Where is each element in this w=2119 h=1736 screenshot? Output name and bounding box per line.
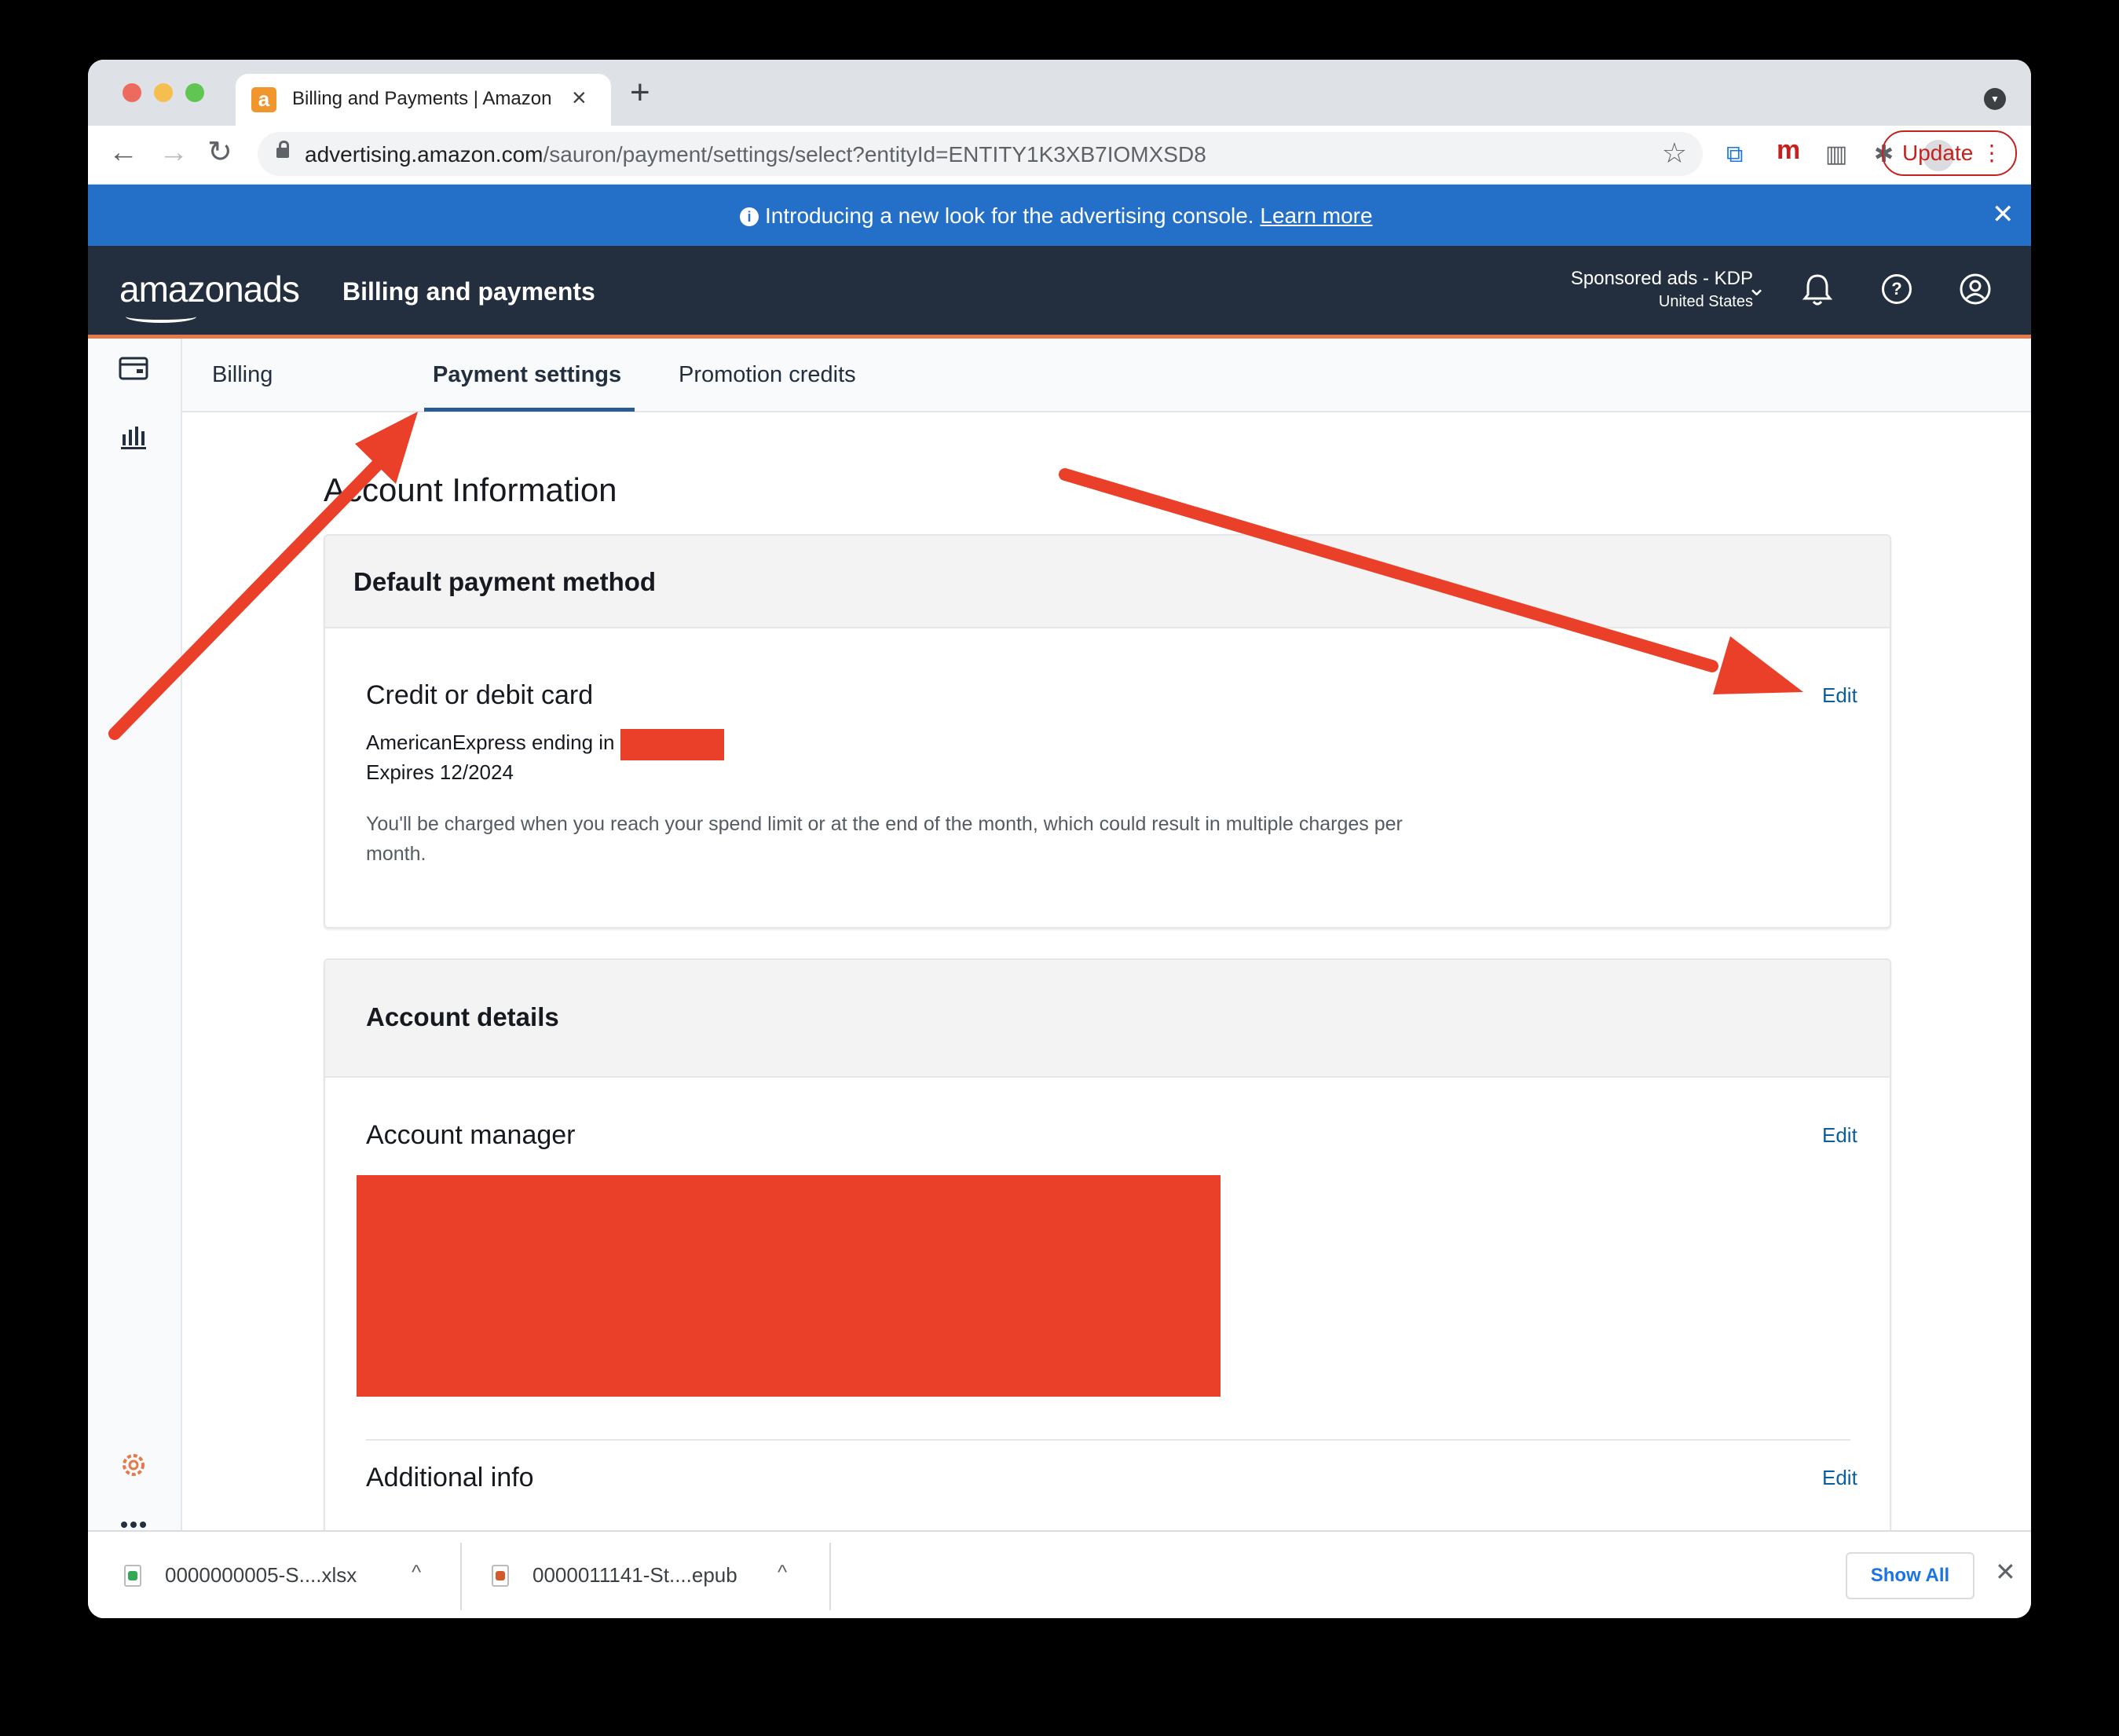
account-manager-title: Account manager bbox=[366, 1120, 576, 1150]
announcement-banner: i Introducing a new look for the advertis… bbox=[88, 185, 2031, 246]
download-item[interactable]: 0000011141-St....epub ^ bbox=[462, 1532, 829, 1618]
left-sidebar bbox=[88, 339, 182, 1595]
card-header-title: Default payment method bbox=[353, 567, 657, 596]
account-details-card: Account details Account manager Edit Add… bbox=[324, 958, 1891, 1555]
maximize-window-button[interactable] bbox=[185, 83, 204, 102]
tab-payment-settings[interactable]: Payment settings bbox=[433, 362, 621, 388]
divider bbox=[829, 1543, 831, 1610]
help-icon[interactable]: ? bbox=[1882, 274, 1912, 304]
banner-text: Introducing a new look for the advertisi… bbox=[765, 203, 1254, 228]
url-text: advertising.amazon.com/sauron/payment/se… bbox=[305, 142, 1206, 167]
edit-additional-info-link[interactable]: Edit bbox=[1822, 1466, 1857, 1490]
url-path: /sauron/payment/settings/select?entityId… bbox=[543, 142, 1206, 167]
divider bbox=[366, 1439, 1850, 1441]
reload-icon[interactable]: ↻ bbox=[207, 135, 232, 170]
url-host: advertising.amazon.com bbox=[305, 142, 543, 167]
banner-close-icon[interactable]: ✕ bbox=[1992, 199, 2015, 230]
learn-more-link[interactable]: Learn more bbox=[1260, 203, 1372, 228]
amazon-smile-icon bbox=[126, 310, 196, 323]
app-header: amazonads Billing and payments Sponsored… bbox=[88, 246, 2031, 339]
chevron-down-icon[interactable]: ⌄ bbox=[1747, 274, 1766, 302]
card-number-line: AmericanExpress ending in bbox=[366, 731, 615, 754]
additional-info-title: Additional info bbox=[366, 1463, 534, 1492]
redaction-box bbox=[357, 1175, 1221, 1397]
account-region[interactable]: United States bbox=[1541, 293, 1753, 311]
tab-billing[interactable]: Billing bbox=[212, 362, 273, 388]
forward-icon[interactable]: → bbox=[159, 135, 188, 170]
extension-m-icon[interactable]: m bbox=[1777, 137, 1800, 163]
user-account-icon[interactable] bbox=[1959, 273, 1992, 309]
reader-icon[interactable]: ▥ bbox=[1825, 141, 1847, 168]
amazonads-logo[interactable]: amazonads bbox=[119, 268, 300, 310]
reports-chart-icon[interactable] bbox=[118, 420, 149, 452]
tab-promotion-credits[interactable]: Promotion credits bbox=[679, 362, 856, 388]
minimize-window-button[interactable] bbox=[154, 83, 173, 102]
lock-icon bbox=[276, 141, 289, 158]
account-name[interactable]: Sponsored ads - KDP bbox=[1541, 268, 1753, 290]
browser-tab[interactable]: a Billing and Payments | Amazon × bbox=[236, 74, 611, 126]
edit-account-manager-link[interactable]: Edit bbox=[1822, 1123, 1857, 1148]
download-file-name: 0000011141-St....epub bbox=[532, 1563, 737, 1587]
browser-toolbar: ← → ↻ advertising.amazon.com/sauron/paym… bbox=[88, 126, 2031, 185]
xlsx-file-icon bbox=[124, 1565, 141, 1587]
tab-search-icon[interactable]: ▼ bbox=[1984, 88, 2006, 110]
tab-title: Billing and Payments | Amazon bbox=[292, 88, 552, 109]
wallet-icon[interactable] bbox=[118, 353, 149, 384]
epub-file-icon bbox=[492, 1565, 509, 1587]
menu-dots-icon: ⋮ bbox=[1981, 141, 2003, 165]
chevron-up-icon[interactable]: ^ bbox=[778, 1560, 787, 1584]
default-payment-card: Default payment method Credit or debit c… bbox=[324, 534, 1891, 928]
close-window-button[interactable] bbox=[123, 83, 141, 102]
edit-payment-link[interactable]: Edit bbox=[1822, 683, 1857, 708]
download-bar: 0000000005-S....xlsx ^ 0000011141-St....… bbox=[88, 1530, 2031, 1618]
redaction-box bbox=[620, 729, 724, 760]
tab-close-icon[interactable]: × bbox=[572, 83, 587, 112]
download-file-name: 0000000005-S....xlsx bbox=[165, 1563, 357, 1587]
show-all-button[interactable]: Show All bbox=[1846, 1552, 1974, 1599]
info-icon: i bbox=[740, 207, 759, 226]
banner-message: i Introducing a new look for the advertis… bbox=[740, 203, 1373, 229]
new-tab-icon[interactable]: + bbox=[630, 75, 650, 110]
browser-window: a Billing and Payments | Amazon × + ▼ ← … bbox=[88, 60, 2031, 1618]
card-expiry: Expires 12/2024 bbox=[366, 760, 514, 784]
charge-note: You'll be charged when you reach your sp… bbox=[366, 813, 1403, 865]
page-title: Billing and payments bbox=[342, 277, 595, 306]
address-bar[interactable]: advertising.amazon.com/sauron/payment/se… bbox=[258, 132, 1703, 176]
notifications-bell-icon[interactable] bbox=[1802, 273, 1833, 311]
active-tab-indicator bbox=[424, 408, 635, 412]
card-header: Default payment method bbox=[325, 536, 1890, 628]
sub-navigation: Billing Payment settings Promotion credi… bbox=[182, 339, 2031, 412]
close-downloads-icon[interactable]: ✕ bbox=[1995, 1557, 2016, 1587]
update-button[interactable]: Update ⋮ bbox=[1882, 130, 2017, 176]
tab-strip: a Billing and Payments | Amazon × + ▼ bbox=[88, 60, 2031, 126]
extension-tag-icon[interactable]: ⧉ bbox=[1726, 141, 1743, 168]
back-icon[interactable]: ← bbox=[108, 135, 138, 170]
amazon-favicon-icon: a bbox=[251, 87, 276, 112]
section-title: Account Information bbox=[324, 471, 617, 508]
chevron-up-icon[interactable]: ^ bbox=[412, 1560, 421, 1584]
bookmark-star-icon[interactable]: ☆ bbox=[1662, 137, 1687, 170]
settings-gear-icon[interactable] bbox=[118, 1449, 149, 1481]
credit-card-title: Credit or debit card bbox=[366, 680, 594, 710]
download-item[interactable]: 0000000005-S....xlsx ^ bbox=[88, 1532, 460, 1618]
card-header: Account details bbox=[325, 960, 1890, 1078]
update-label: Update bbox=[1902, 141, 1974, 165]
card-header-title: Account details bbox=[366, 1002, 559, 1031]
